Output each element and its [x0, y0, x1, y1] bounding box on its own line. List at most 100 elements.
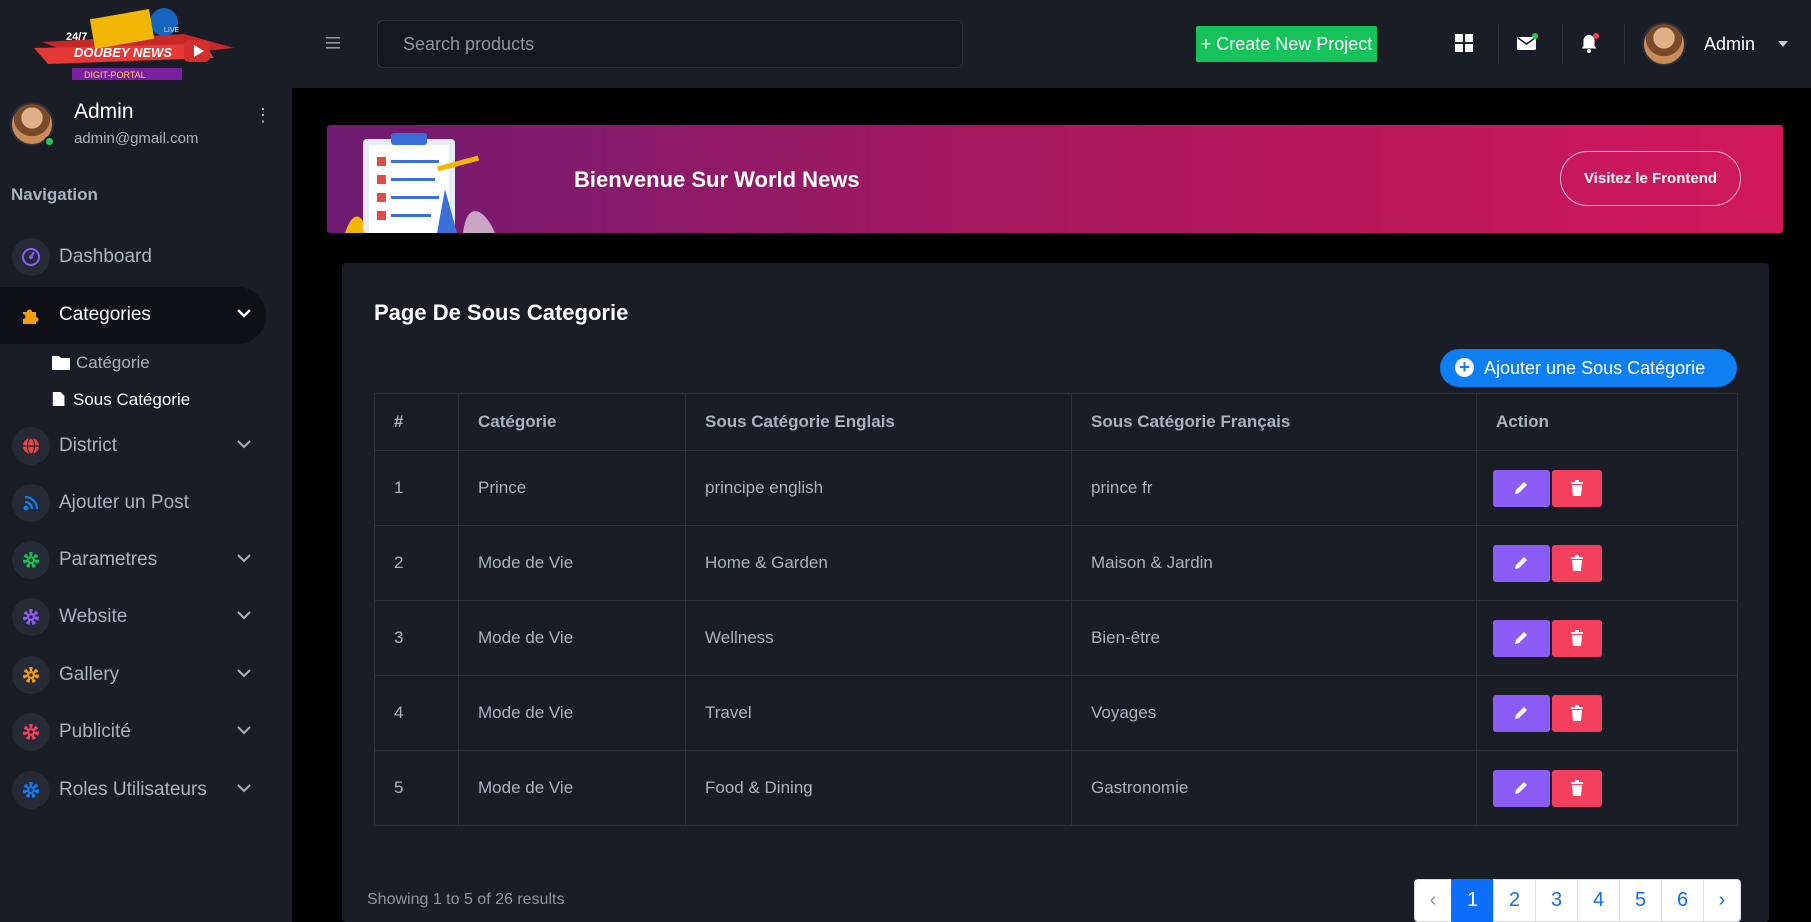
table-row: 5 Mode de Vie Food & Dining Gastronomie — [374, 750, 1738, 826]
chevron-down-icon[interactable] — [236, 436, 252, 452]
column-header: Catégorie — [458, 393, 686, 451]
welcome-banner: Bienvenue Sur World News Visitez le Fron… — [327, 125, 1783, 233]
sidebar: 24/7 DOUBEY NEWS DIGIT-PORTAL LIVE Admin… — [0, 0, 292, 922]
svg-text:LIVE: LIVE — [164, 27, 180, 34]
caret-down-icon[interactable] — [1778, 41, 1788, 47]
table-cell: Prince — [458, 450, 686, 526]
trash-icon — [1571, 629, 1583, 646]
sidebar-item-roles-utilisateurs[interactable]: Roles Utilisateurs — [0, 762, 266, 819]
gear-icon — [12, 713, 50, 751]
sidebar-item-district[interactable]: District — [0, 418, 266, 475]
action-cell — [1476, 675, 1738, 751]
sidebar-item-parametres[interactable]: Parametres — [0, 532, 266, 589]
sidebar-item-label: District — [59, 435, 118, 456]
sidebar-item-ajouter-post[interactable]: Ajouter un Post — [0, 475, 266, 532]
site-logo[interactable]: 24/7 DOUBEY NEWS DIGIT-PORTAL LIVE — [34, 4, 242, 82]
trash-icon — [1571, 779, 1583, 796]
sidebar-item-dashboard[interactable]: Dashboard — [0, 229, 266, 286]
table-cell: prince fr — [1071, 450, 1477, 526]
table-cell: Bien-être — [1071, 600, 1477, 676]
subcategory-card: Page De Sous Categorie + Ajouter une Sou… — [342, 263, 1769, 922]
chevron-down-icon[interactable] — [236, 550, 252, 566]
sidebar-subitem-label: Catégorie — [76, 353, 150, 372]
column-header: Sous Catégorie Français — [1071, 393, 1477, 451]
svg-text:DIGIT-PORTAL: DIGIT-PORTAL — [84, 70, 146, 80]
create-project-button[interactable]: + Create New Project — [1196, 26, 1377, 62]
plus-circle-icon: + — [1455, 358, 1474, 377]
sidebar-item-website[interactable]: Website — [0, 589, 266, 646]
chevron-down-icon[interactable] — [236, 780, 252, 796]
broadcast-icon — [12, 484, 50, 522]
column-header: Sous Catégorie Englais — [685, 393, 1072, 451]
edit-button[interactable] — [1493, 469, 1550, 507]
sidebar-item-publicite[interactable]: Publicité — [0, 704, 266, 761]
folder-icon — [52, 356, 70, 370]
table-cell: 4 — [374, 675, 459, 751]
table-cell: 2 — [374, 525, 459, 601]
top-header: + Create New Project Admin — [292, 0, 1811, 88]
delete-button[interactable] — [1552, 619, 1602, 657]
pagination-prev[interactable]: ‹ — [1414, 879, 1452, 922]
delete-button[interactable] — [1552, 694, 1602, 732]
menu-toggle-icon[interactable] — [326, 36, 342, 50]
delete-button[interactable] — [1552, 544, 1602, 582]
edit-button[interactable] — [1493, 694, 1550, 732]
table-cell: Wellness — [685, 600, 1072, 676]
action-cell — [1476, 450, 1738, 526]
avatar[interactable] — [1642, 22, 1686, 66]
more-options-icon[interactable]: ⋮ — [254, 106, 272, 134]
bell-icon[interactable] — [1579, 32, 1601, 54]
page-title: Page De Sous Categorie — [374, 300, 629, 325]
pagination-page[interactable]: 2 — [1493, 879, 1536, 922]
visit-frontend-button[interactable]: Visitez le Frontend — [1560, 151, 1741, 206]
delete-button[interactable] — [1552, 469, 1602, 507]
sidebar-item-label: Website — [59, 606, 128, 627]
pagination-page[interactable]: 1 — [1451, 879, 1494, 922]
trash-icon — [1571, 554, 1583, 571]
pencil-icon — [1515, 706, 1527, 719]
chevron-down-icon[interactable] — [236, 607, 252, 623]
user-name: Admin — [74, 100, 134, 123]
header-user-name: Admin — [1704, 34, 1756, 54]
pagination-page[interactable]: 6 — [1661, 879, 1704, 922]
chevron-down-icon[interactable] — [236, 305, 252, 321]
clipboard-illustration — [345, 133, 495, 233]
sidebar-item-gallery[interactable]: Gallery — [0, 647, 266, 704]
pagination-page[interactable]: 4 — [1577, 879, 1620, 922]
table-cell: 5 — [374, 750, 459, 826]
search-input[interactable] — [377, 20, 963, 68]
table-cell: 1 — [374, 450, 459, 526]
header-divider — [1624, 24, 1625, 64]
table-cell: Maison & Jardin — [1071, 525, 1477, 601]
online-status-dot — [44, 136, 55, 147]
sidebar-subitem-categorie[interactable]: Catégorie — [52, 348, 272, 378]
delete-button[interactable] — [1552, 769, 1602, 807]
edit-button[interactable] — [1493, 544, 1550, 582]
pagination-page[interactable]: 3 — [1535, 879, 1578, 922]
apps-grid-icon[interactable] — [1453, 32, 1475, 54]
sidebar-item-label: Publicité — [59, 721, 131, 742]
edit-button[interactable] — [1493, 769, 1550, 807]
pencil-icon — [1515, 781, 1527, 794]
table-cell: Mode de Vie — [458, 600, 686, 676]
chevron-down-icon[interactable] — [236, 665, 252, 681]
table-row: 2 Mode de Vie Home & Garden Maison & Jardin — [374, 525, 1738, 601]
table-cell: principe english — [685, 450, 1072, 526]
sidebar-subitem-sous-categorie[interactable]: Sous Catégorie — [52, 385, 272, 415]
table-cell: Mode de Vie — [458, 525, 686, 601]
table-row: 1 Prince principe english prince fr — [374, 450, 1738, 526]
mail-icon[interactable] — [1516, 32, 1538, 54]
edit-button[interactable] — [1493, 619, 1550, 657]
pagination-next[interactable]: › — [1703, 879, 1741, 922]
column-header: # — [374, 393, 459, 451]
sidebar-item-categories[interactable]: Categories — [0, 287, 266, 344]
table-row: 3 Mode de Vie Wellness Bien-être — [374, 600, 1738, 676]
dashboard-icon — [12, 238, 50, 276]
add-subcategory-button[interactable]: + Ajouter une Sous Catégorie — [1440, 349, 1737, 387]
pagination: ‹ 1 2 3 4 5 6 › — [1414, 879, 1741, 922]
chevron-down-icon[interactable] — [236, 722, 252, 738]
sidebar-item-label: Ajouter un Post — [59, 492, 189, 513]
pagination-page[interactable]: 5 — [1619, 879, 1662, 922]
table-cell: Voyages — [1071, 675, 1477, 751]
subcategory-table: # Catégorie Sous Catégorie Englais Sous … — [374, 393, 1738, 826]
